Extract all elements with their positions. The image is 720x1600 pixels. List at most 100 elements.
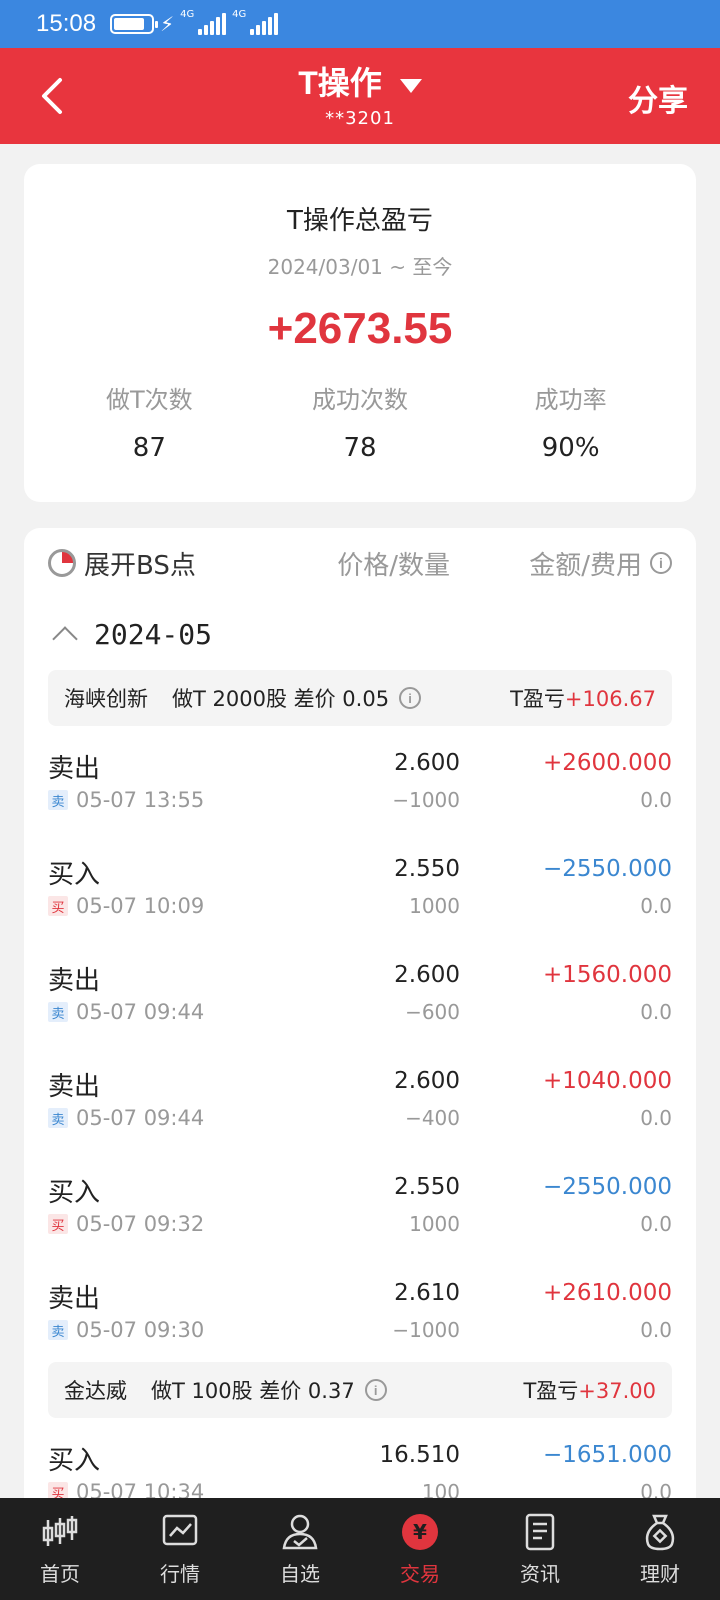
stat-value: 87 [132, 433, 166, 463]
month-section-toggle[interactable]: 2024-05 [24, 598, 696, 670]
nav-label: 资讯 [520, 1561, 560, 1586]
trade-qty: 1000 [409, 894, 460, 918]
info-icon[interactable]: i [364, 1379, 387, 1401]
svg-text:¥: ¥ [413, 1520, 427, 1544]
nav-watchlist[interactable]: 自选 [240, 1498, 360, 1600]
trade-qty: −1000 [392, 1318, 460, 1342]
share-button[interactable]: 分享 [628, 76, 688, 120]
trade-price: 2.600 [394, 1068, 460, 1094]
nav-wealth[interactable]: 理财 [600, 1498, 720, 1600]
document-icon [525, 1513, 555, 1550]
trade-time: 05-07 09:32 [76, 1212, 205, 1236]
trade-row[interactable]: 买入 买 05-07 09:32 2.550 1000 −2550.000 0.0 [48, 1150, 672, 1256]
money-bag-icon [645, 1514, 675, 1550]
trade-action: 卖出 [48, 1284, 101, 1314]
caret-down-icon [399, 79, 422, 93]
stat-t-count: 做T次数 87 [49, 380, 249, 463]
trade-amount: +2610.000 [542, 1280, 672, 1306]
stock-name: 海峡创新 [64, 687, 148, 711]
network-type-label: 4G [180, 9, 195, 20]
trade-action: 买入 [48, 860, 101, 890]
buy-tag-icon: 买 [48, 896, 68, 916]
page-title: T操作 [298, 58, 422, 104]
trade-action: 卖出 [48, 1072, 101, 1102]
trade-price: 2.600 [394, 750, 460, 776]
group-pnl-value: +37.00 [578, 1379, 656, 1403]
page-title-text: T操作 [298, 65, 382, 101]
app-header: T操作 **3201 分享 [0, 48, 720, 144]
stock-name: 金达威 [64, 1379, 127, 1403]
trade-fee: 0.0 [640, 894, 672, 918]
info-icon[interactable]: i [399, 687, 422, 709]
group-desc-text: 做T 100股 差价 0.37 [151, 1379, 355, 1403]
nav-label: 自选 [280, 1561, 320, 1586]
trade-meta: 卖 05-07 09:44 [48, 1106, 204, 1130]
trade-meta: 卖 05-07 13:55 [48, 788, 204, 812]
sell-tag-icon: 卖 [48, 1108, 68, 1128]
nav-label: 首页 [40, 1561, 80, 1586]
info-icon[interactable]: i [650, 552, 672, 574]
list-header: 展开BS点 价格/数量 金额/费用 i [24, 528, 696, 598]
network-type-label-2: 4G [232, 9, 247, 20]
trade-row[interactable]: 卖出 卖 05-07 09:44 2.600 −600 +1560.000 0.0 [48, 938, 672, 1044]
stock-group-header[interactable]: 海峡创新 做T 2000股 差价 0.05 i T盈亏+106.67 [48, 670, 672, 726]
status-time: 15:08 [36, 10, 97, 37]
sell-tag-icon: 卖 [48, 1002, 68, 1022]
trade-row[interactable]: 买入 买 05-07 10:09 2.550 1000 −2550.000 0.0 [48, 832, 672, 938]
trade-fee: 0.0 [640, 788, 672, 812]
trade-row[interactable]: 卖出 卖 05-07 09:30 2.610 −1000 +2610.000 0.… [48, 1256, 672, 1362]
expand-bs-toggle[interactable]: 展开BS点 [48, 545, 196, 582]
trade-amount: −2550.000 [542, 1174, 672, 1200]
nav-market[interactable]: 行情 [120, 1498, 240, 1600]
trade-amount: +1040.000 [542, 1068, 672, 1094]
trade-action: 买入 [48, 1178, 101, 1208]
stat-label: 成功率 [534, 386, 607, 414]
stat-success-rate: 成功率 90% [471, 380, 671, 463]
expand-bs-label: 展开BS点 [84, 550, 196, 581]
nav-label: 行情 [160, 1561, 200, 1586]
sell-tag-icon: 卖 [48, 1320, 68, 1340]
amount-fee-label: 金额/费用 [529, 550, 642, 581]
nav-label: 交易 [400, 1561, 440, 1586]
trade-fee: 0.0 [640, 1106, 672, 1130]
trade-row[interactable]: 卖出 卖 05-07 13:55 2.600 −1000 +2600.000 0.… [48, 726, 672, 832]
yuan-icon: ¥ [402, 1513, 438, 1550]
trade-action: 卖出 [48, 754, 101, 784]
stat-success-count: 成功次数 78 [260, 380, 460, 463]
nav-home[interactable]: 首页 [0, 1498, 120, 1600]
stat-label: 做T次数 [105, 386, 193, 414]
account-selector[interactable]: T操作 **3201 [0, 58, 720, 129]
signal-icon-2: 4G [232, 9, 279, 35]
trade-time: 05-07 09:44 [76, 1106, 205, 1130]
total-pnl: +2673.55 [267, 304, 453, 353]
trade-row[interactable]: 买入 买 05-07 10:34 16.510 100 −1651.000 0.0 [48, 1418, 672, 1508]
trade-time: 05-07 10:09 [76, 894, 205, 918]
trades-card: 展开BS点 价格/数量 金额/费用 i 2024-05 海峡创新 做T 2000… [24, 528, 696, 1508]
stat-value: 78 [343, 433, 377, 463]
stock-group-header[interactable]: 金达威 做T 100股 差价 0.37 i T盈亏+37.00 [48, 1362, 672, 1418]
trade-fee: 0.0 [640, 1318, 672, 1342]
trade-meta: 卖 05-07 09:30 [48, 1318, 204, 1342]
battery-icon [110, 14, 159, 34]
summary-card: T操作总盈亏 2024/03/01 ~ 至今 +2673.55 做T次数 87 … [24, 164, 696, 502]
trade-meta: 买 05-07 09:32 [48, 1212, 204, 1236]
trade-amount: −2550.000 [542, 856, 672, 882]
trade-amount: +2600.000 [542, 750, 672, 776]
sell-tag-icon: 卖 [48, 790, 68, 810]
status-icons: ⚡ 4G 4G [110, 9, 279, 36]
group-pnl-value: +106.67 [564, 687, 656, 711]
nav-trade[interactable]: ¥ 交易 [360, 1498, 480, 1600]
trade-row[interactable]: 卖出 卖 05-07 09:44 2.600 −400 +1040.000 0.0 [48, 1044, 672, 1150]
trade-meta: 卖 05-07 09:44 [48, 1000, 204, 1024]
pie-chart-icon [48, 549, 76, 577]
trade-time: 05-07 13:55 [76, 788, 205, 812]
nav-news[interactable]: 资讯 [480, 1498, 600, 1600]
trade-qty: 1000 [409, 1212, 460, 1236]
stats-row: 做T次数 87 成功次数 78 成功率 90% [24, 380, 696, 463]
candlestick-icon [42, 1515, 78, 1546]
nav-label: 理财 [640, 1561, 680, 1586]
status-bar: 15:08 ⚡ 4G 4G [0, 0, 720, 48]
summary-title: T操作总盈亏 [287, 206, 433, 236]
trade-fee: 0.0 [640, 1000, 672, 1024]
group-desc: 做T 2000股 差价 0.05 i [172, 683, 422, 713]
